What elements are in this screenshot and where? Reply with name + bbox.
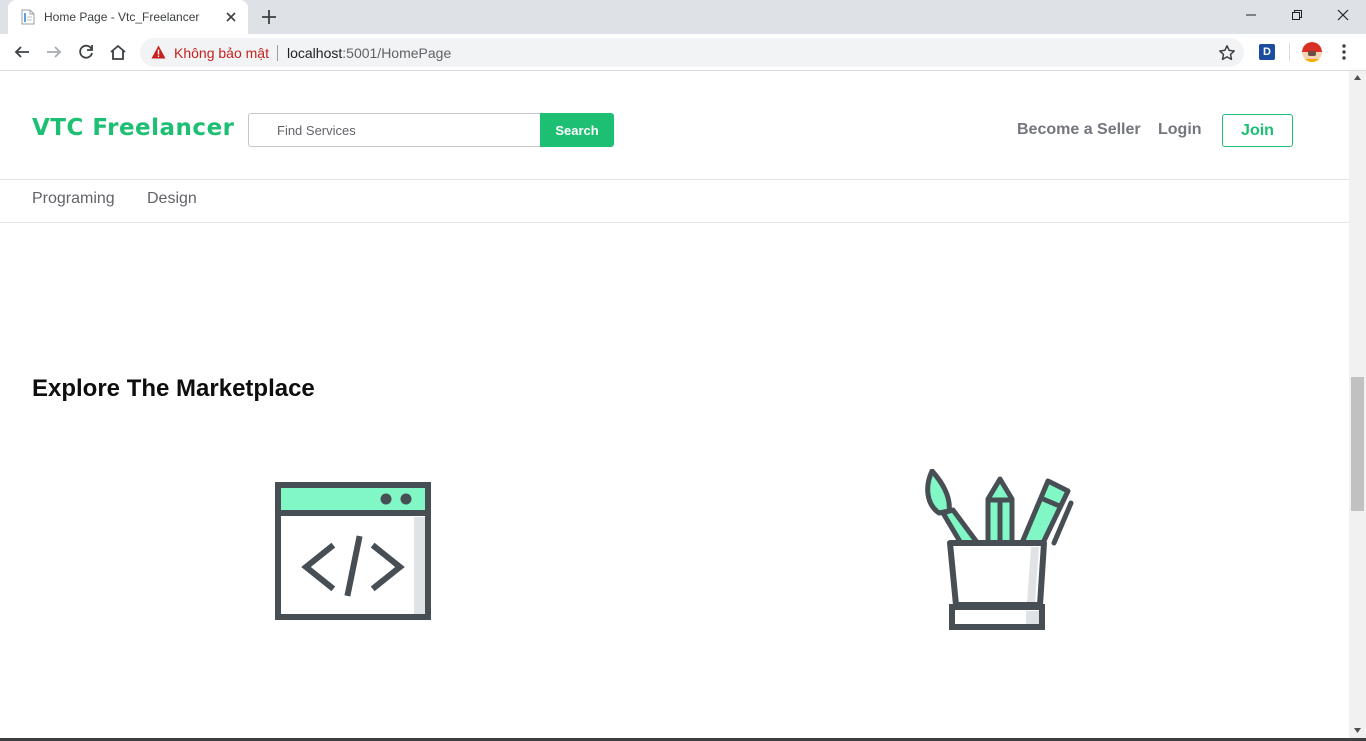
marketplace-title: Explore The Marketplace [32,375,315,402]
arrow-right-icon [47,46,62,58]
search-button[interactable]: Search [540,113,614,147]
arrow-left-icon [14,46,29,58]
close-tab-icon[interactable] [222,8,240,26]
address-bar[interactable]: Không bảo mật localhost:5001/HomePage [140,38,1244,67]
url-host: localhost [287,45,343,61]
url-path: :5001/HomePage [342,45,452,61]
minimize-icon [1246,14,1256,16]
scroll-down-arrow-icon[interactable] [1353,727,1362,734]
home-button[interactable] [106,40,130,64]
design-tools-icon[interactable] [924,469,1080,633]
site-logo[interactable]: VTC Freelancer [32,115,235,141]
search-input[interactable] [248,113,542,147]
new-tab-icon[interactable] [258,6,280,28]
page-viewport: VTC Freelancer Search Become a Seller Lo… [0,71,1349,738]
browser-tab[interactable]: Home Page - Vtc_Freelancer [8,0,248,34]
become-seller-link[interactable]: Become a Seller [1017,121,1141,139]
code-window-icon[interactable] [274,481,432,621]
join-button[interactable]: Join [1222,114,1293,147]
toolbar-divider [1289,43,1290,61]
tab-title: Home Page - Vtc_Freelancer [44,10,200,24]
minimize-button[interactable] [1228,0,1274,30]
security-status[interactable]: Không bảo mật [174,45,269,61]
category-design[interactable]: Design [147,190,197,208]
browser-menu-icon[interactable] [1336,42,1352,62]
search-bar: Search [248,113,614,147]
reload-icon [79,44,93,59]
close-icon [1337,9,1349,21]
header-divider [0,179,1349,180]
browser-tabstrip: Home Page - Vtc_Freelancer [0,0,1366,34]
scrollbar-thumb[interactable] [1351,377,1364,511]
close-window-button[interactable] [1320,0,1366,30]
page-scrollbar[interactable] [1349,71,1366,738]
back-button[interactable] [10,40,34,64]
restore-icon [1292,10,1302,20]
profile-avatar[interactable] [1302,42,1322,62]
forward-button[interactable] [42,40,66,64]
url-text[interactable]: localhost:5001/HomePage [287,45,451,61]
home-icon [110,44,126,60]
warning-icon [151,45,166,59]
extension-d-icon[interactable]: D [1259,44,1275,60]
category-programing[interactable]: Programing [32,190,115,208]
category-divider [0,222,1349,223]
page-favicon-icon [21,9,35,25]
login-link[interactable]: Login [1158,121,1202,139]
reload-button[interactable] [74,40,98,64]
restore-button[interactable] [1274,0,1320,30]
scroll-up-arrow-icon[interactable] [1353,74,1362,81]
bookmark-star-icon[interactable] [1218,44,1236,62]
omnibox-divider [277,45,278,61]
browser-toolbar: Không bảo mật localhost:5001/HomePage [0,34,1366,71]
